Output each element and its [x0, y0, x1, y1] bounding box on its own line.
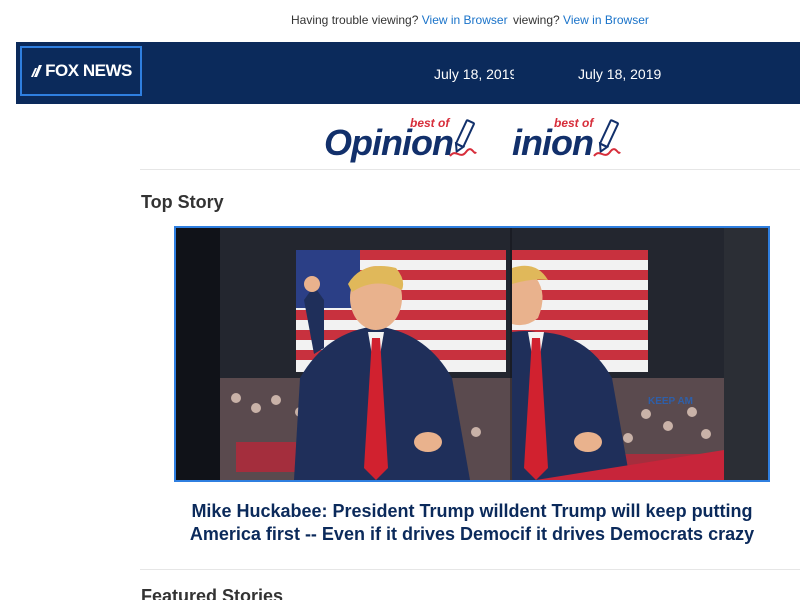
best-of-opinion-logo: Opinion best of	[322, 116, 512, 166]
headline-line-2-text: America first -- Even if it drives Democ	[189, 524, 520, 544]
top-story-heading: Top Story	[141, 192, 224, 212]
trouble-viewing-text: Having trouble viewing? View in Browser	[291, 13, 513, 27]
divider	[140, 169, 800, 170]
top-story-image[interactable]: KEEP AM	[174, 226, 770, 482]
trouble-viewing-prefix: Having trouble viewing?	[291, 13, 419, 27]
trouble-viewing-prefix-duplicate: viewing?	[513, 13, 560, 27]
view-in-browser-link-duplicate[interactable]: View in Browser	[563, 13, 649, 27]
svg-text:KEEP AM: KEEP AM	[648, 396, 693, 407]
fox-news-logo-text: FOX NEWS	[45, 61, 132, 80]
best-of-label: best of	[410, 116, 450, 130]
divider	[140, 569, 800, 570]
best-of-label-duplicate: best of	[554, 116, 594, 130]
view-in-browser-link[interactable]: View in Browser	[422, 13, 508, 27]
trouble-viewing-text-duplicate: viewing? View in Browser	[513, 13, 663, 27]
best-of-opinion-logo-duplicate: inion best of	[512, 116, 622, 166]
header-date-duplicate: July 18, 2019	[578, 66, 662, 82]
pen-icon	[593, 119, 621, 157]
header-date: July 18, 2019	[434, 66, 514, 82]
top-story-photo: KEEP AM	[176, 228, 768, 480]
headline-line-1: Mike Huckabee: President Trump willdent …	[168, 500, 776, 523]
fox-slash-icon	[31, 65, 43, 77]
email-page: Having trouble viewing? View in Browser …	[0, 0, 800, 600]
trouble-viewing-bar: Having trouble viewing? View in Browser …	[0, 13, 800, 29]
headline-line-2-dup: if it drives Democrats crazy	[520, 524, 755, 544]
header-band: FOX NEWS July 18, 2019 July 18, 2019	[16, 42, 800, 104]
headline-line-1-text: Mike Huckabee: President Trump will	[191, 501, 509, 521]
headline-line-1-dup: dent Trump will keep putting	[508, 501, 753, 521]
headline-line-2: America first -- Even if it drives Democ…	[168, 523, 776, 546]
top-story-headline[interactable]: Mike Huckabee: President Trump willdent …	[168, 500, 776, 546]
featured-stories-heading: Featured Stories	[141, 586, 284, 600]
fox-news-logo[interactable]: FOX NEWS	[20, 46, 142, 96]
pen-icon	[449, 119, 477, 157]
